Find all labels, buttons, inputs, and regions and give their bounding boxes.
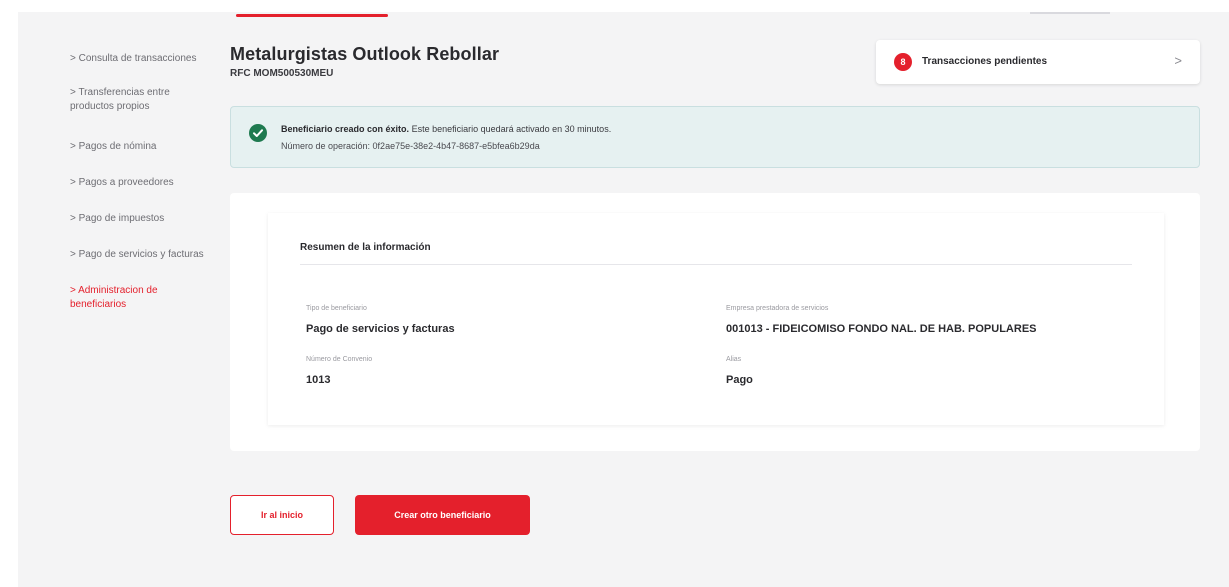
summary-title: Resumen de la información bbox=[300, 242, 431, 253]
summary-divider bbox=[300, 264, 1132, 265]
success-alert: Beneficiario creado con éxito. Este bene… bbox=[230, 106, 1200, 168]
sidebar-item-label: > Transferencias entre productos propios bbox=[70, 87, 170, 112]
operation-number: Número de operación: 0f2ae75e-38e2-4b47-… bbox=[281, 141, 540, 151]
sidebar-item-label: > Pagos de nómina bbox=[70, 141, 157, 152]
sidebar-item-pagos-proveedores[interactable]: > Pagos a proveedores bbox=[70, 176, 220, 190]
field-label-numero-convenio: Número de Convenio bbox=[306, 356, 373, 363]
pending-transactions-label: Transacciones pendientes bbox=[922, 56, 1048, 67]
pending-transactions-card[interactable]: 8 Transacciones pendientes > bbox=[876, 40, 1200, 84]
field-value-empresa: 001013 - FIDEICOMISO FONDO NAL. DE HAB. … bbox=[726, 323, 1037, 335]
field-value-numero-convenio: 1013 bbox=[306, 374, 331, 386]
page-title: Metalurgistas Outlook Rebollar bbox=[230, 44, 500, 64]
create-another-beneficiary-button[interactable]: Crear otro beneficiario bbox=[355, 495, 530, 535]
field-label-alias: Alias bbox=[726, 356, 742, 363]
go-home-button[interactable]: Ir al inicio bbox=[230, 495, 334, 535]
summary-section: Resumen de la información Tipo de benefi… bbox=[230, 193, 1200, 451]
summary-card: Resumen de la información Tipo de benefi… bbox=[268, 213, 1164, 425]
active-top-tab-indicator bbox=[236, 14, 388, 17]
sidebar-item-consulta-transacciones[interactable]: > Consulta de transacciones bbox=[70, 52, 220, 66]
sidebar-item-pago-impuestos[interactable]: > Pago de impuestos bbox=[70, 212, 220, 226]
sidebar-item-administracion-beneficiarios[interactable]: > Administracion de beneficiarios bbox=[70, 284, 190, 312]
sidebar-item-pago-servicios[interactable]: > Pago de servicios y facturas bbox=[70, 248, 225, 262]
sidebar-item-label: > Consulta de transacciones bbox=[70, 53, 197, 64]
pending-count-badge: 8 bbox=[894, 53, 912, 71]
field-value-tipo-beneficiario: Pago de servicios y facturas bbox=[306, 323, 455, 335]
sidebar-item-label: > Pago de impuestos bbox=[70, 213, 165, 224]
field-value-alias: Pago bbox=[726, 374, 753, 386]
top-divider bbox=[1030, 12, 1110, 14]
rfc-label: RFC MOM500530MEU bbox=[230, 68, 334, 79]
check-circle-icon bbox=[249, 124, 267, 142]
sidebar-item-label: > Pagos a proveedores bbox=[70, 177, 174, 188]
sidebar-item-label: > Pago de servicios y facturas bbox=[70, 249, 204, 260]
field-label-empresa: Empresa prestadora de servicios bbox=[726, 305, 829, 312]
chevron-right-icon: > bbox=[1174, 53, 1182, 68]
field-label-tipo-beneficiario: Tipo de beneficiario bbox=[306, 305, 367, 312]
alert-message: Beneficiario creado con éxito. Este bene… bbox=[281, 124, 611, 134]
sidebar-item-label: > Administracion de beneficiarios bbox=[70, 285, 158, 310]
sidebar-item-pagos-nomina[interactable]: > Pagos de nómina bbox=[70, 140, 220, 154]
sidebar-item-transferencias[interactable]: > Transferencias entre productos propios bbox=[70, 86, 190, 114]
alert-title: Beneficiario creado con éxito. bbox=[281, 124, 410, 134]
alert-body: Este beneficiario quedará activado en 30… bbox=[411, 124, 612, 134]
